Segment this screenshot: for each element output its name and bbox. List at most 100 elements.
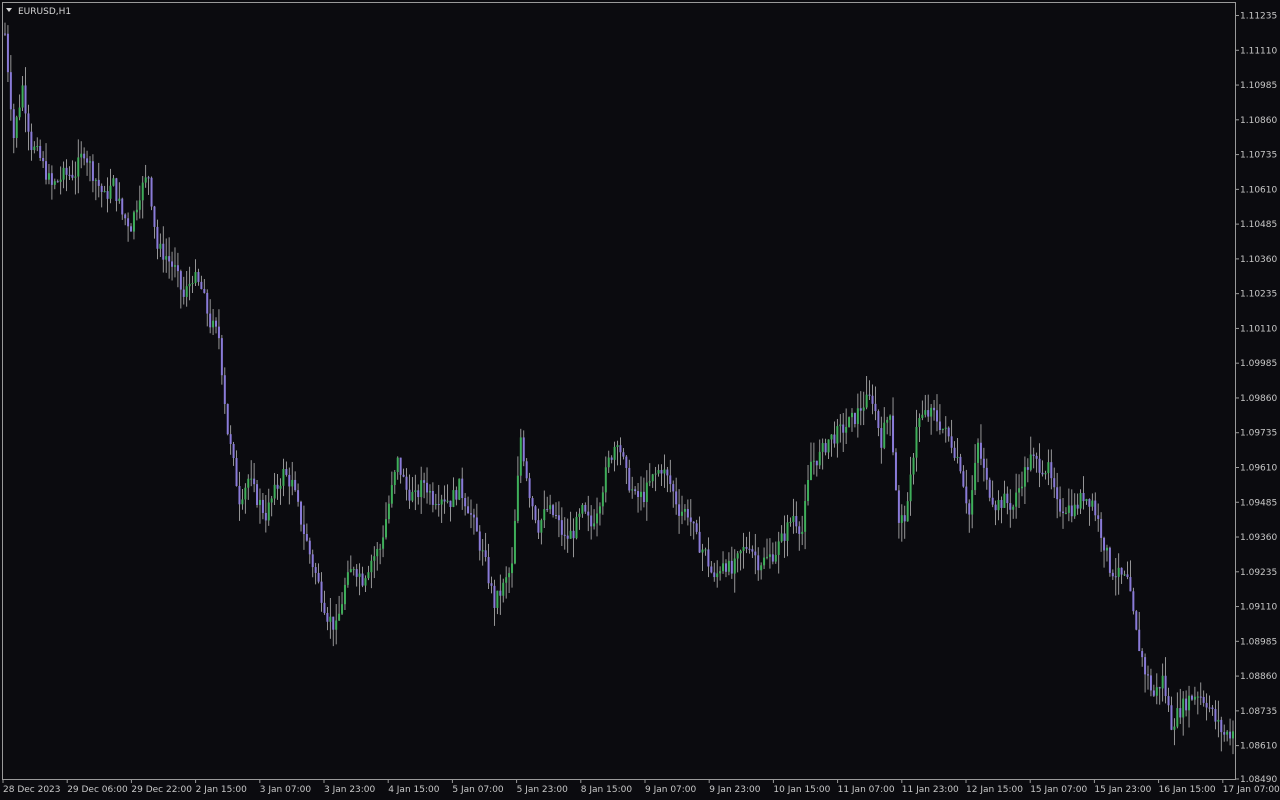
candle-bearish xyxy=(1149,675,1152,691)
candle-bullish xyxy=(511,563,514,574)
candle-bearish xyxy=(361,573,364,586)
candle-bullish xyxy=(1029,454,1032,470)
candle-bearish xyxy=(560,520,563,535)
candle-bearish xyxy=(455,490,458,500)
candle-bearish xyxy=(748,548,751,550)
candle-bearish xyxy=(297,490,300,502)
time-tick-label: 17 Jan 07:00 xyxy=(1223,785,1280,795)
candle-bullish xyxy=(1161,675,1164,689)
candle-bearish xyxy=(1041,472,1044,475)
candle-bullish xyxy=(1123,574,1126,576)
candle-bullish xyxy=(604,467,607,493)
candle-bullish xyxy=(607,457,610,468)
time-tick-label: 29 Dec 06:00 xyxy=(67,785,128,795)
candle-bearish xyxy=(226,403,229,435)
candle-bearish xyxy=(1120,567,1123,575)
candle-bearish xyxy=(12,109,15,138)
candle-bullish xyxy=(505,577,508,583)
candle-bearish xyxy=(1103,537,1106,551)
candle-bearish xyxy=(171,261,174,267)
candle-bearish xyxy=(552,505,555,516)
candle-bullish xyxy=(683,509,686,512)
candle-bullish xyxy=(886,419,889,423)
candle-bearish xyxy=(903,515,906,522)
price-tick-label: 1.08985 xyxy=(1240,637,1277,647)
candle-bearish xyxy=(232,443,235,459)
candle-bearish xyxy=(449,500,452,507)
time-tick-label: 2 Jan 15:00 xyxy=(196,785,248,795)
candle-bearish xyxy=(751,549,754,552)
time-tick-label: 9 Jan 23:00 xyxy=(709,785,761,795)
candle-bearish xyxy=(815,460,818,466)
candle-bearish xyxy=(833,434,836,444)
candle-bearish xyxy=(68,174,71,176)
candle-bullish xyxy=(812,460,815,462)
candle-bullish xyxy=(827,439,830,453)
candle-bullish xyxy=(59,179,62,182)
time-tick-label: 12 Jan 15:00 xyxy=(966,785,1023,795)
candle-bullish xyxy=(141,182,144,201)
price-chart[interactable]: 1.11235 1.11110 1.10985 1.10860 1.10735 1.106… xyxy=(0,0,1280,800)
candle-bullish xyxy=(766,556,769,558)
candle-bullish xyxy=(185,286,188,297)
time-tick-label: 4 Jan 15:00 xyxy=(388,785,440,795)
candle-bearish xyxy=(610,457,613,460)
candle-bullish xyxy=(387,503,390,520)
candle-bullish xyxy=(370,560,373,573)
candle-bearish xyxy=(695,523,698,532)
candle-bullish xyxy=(856,408,859,425)
candle-bearish xyxy=(933,407,936,411)
candle-bearish xyxy=(1000,499,1003,508)
candle-bearish xyxy=(745,547,748,549)
candle-bearish xyxy=(478,531,481,551)
candle-bearish xyxy=(566,535,569,539)
candle-bearish xyxy=(1032,454,1035,456)
candle-bearish xyxy=(672,484,675,492)
candle-bullish xyxy=(1047,462,1050,474)
candle-bearish xyxy=(206,292,209,314)
candle-bullish xyxy=(613,446,616,460)
candle-bullish xyxy=(768,554,771,557)
candle-bullish xyxy=(364,578,367,586)
candle-bearish xyxy=(45,161,48,180)
candle-bullish xyxy=(188,283,191,287)
price-tick-label: 1.09735 xyxy=(1240,429,1277,439)
candle-bearish xyxy=(217,326,220,339)
candle-bearish xyxy=(938,421,941,431)
candle-bullish xyxy=(508,573,511,578)
candle-bearish xyxy=(1038,458,1041,473)
candle-bullish xyxy=(343,584,346,605)
candle-bullish xyxy=(132,212,135,232)
candle-bearish xyxy=(443,499,446,502)
candle-bullish xyxy=(941,428,944,431)
candle-bullish xyxy=(1085,499,1088,502)
candle-bearish xyxy=(625,456,628,468)
candle-bearish xyxy=(256,484,259,505)
candle-bearish xyxy=(686,509,689,518)
candle-bearish xyxy=(115,178,118,201)
candle-bullish xyxy=(428,491,431,493)
candle-bullish xyxy=(760,565,763,571)
chart-window[interactable]: 1.11235 1.11110 1.10985 1.10860 1.10735 1.106… xyxy=(0,0,1280,800)
candle-bearish xyxy=(235,458,238,487)
candle-bearish xyxy=(979,442,982,459)
candle-bullish xyxy=(173,265,176,267)
candle-bullish xyxy=(543,509,546,521)
candle-bullish xyxy=(270,498,273,503)
price-tick-label: 1.10485 xyxy=(1240,220,1277,230)
candle-bearish xyxy=(39,146,42,158)
candle-bearish xyxy=(877,411,880,429)
candle-bullish xyxy=(578,513,581,517)
candle-bullish xyxy=(575,516,578,539)
candle-bullish xyxy=(80,153,83,158)
candle-bullish xyxy=(1155,687,1158,696)
candle-bearish xyxy=(1111,572,1114,577)
price-tick-label: 1.09985 xyxy=(1240,359,1277,369)
price-tick-label: 1.09235 xyxy=(1240,568,1277,578)
candle-bearish xyxy=(431,491,434,505)
candle-bullish xyxy=(94,179,97,181)
candle-bearish xyxy=(153,206,156,227)
candle-bearish xyxy=(1214,709,1217,722)
candle-bearish xyxy=(311,554,314,568)
candle-bearish xyxy=(100,185,103,192)
